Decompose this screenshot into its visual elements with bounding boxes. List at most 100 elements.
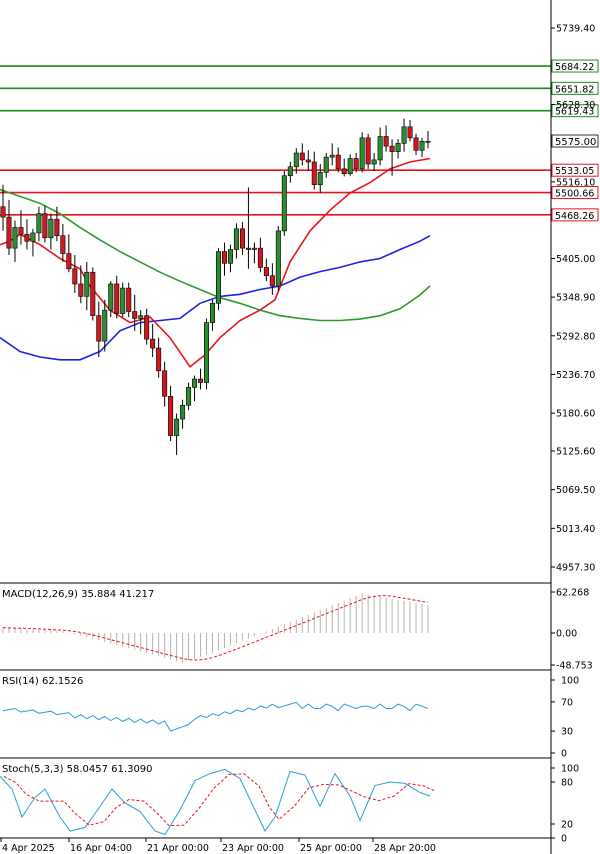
candle-body	[425, 140, 431, 143]
price-tick-label: 5180.60	[556, 409, 595, 420]
candle-body	[239, 228, 245, 249]
time-label: 25 Apr 00:00	[300, 843, 362, 854]
candle-body	[174, 418, 180, 436]
time-label: 28 Apr 20:00	[374, 843, 436, 854]
candle-body	[389, 145, 395, 152]
stoch-tick-label: 80	[561, 778, 573, 789]
candle-body	[132, 311, 138, 319]
price-tick-label: 5405.00	[556, 254, 595, 265]
candle-body	[96, 315, 102, 342]
level-label: 5533.05	[555, 166, 594, 177]
candle-body	[311, 161, 317, 186]
candle-body	[6, 216, 12, 249]
rsi-tick-label: 100	[561, 676, 579, 687]
price-tick-label: 5069.50	[556, 485, 595, 496]
macd-tick-label: 0.00	[556, 629, 577, 640]
candle-body	[263, 267, 269, 276]
candle-body	[299, 152, 305, 161]
candle-body	[359, 137, 365, 170]
time-label: 23 Apr 00:00	[222, 843, 284, 854]
candle-body	[198, 378, 204, 383]
stoch-title: Stoch(5,3,3) 58.0457 61.3090	[2, 764, 153, 775]
level-label: 5500.66	[555, 189, 594, 200]
level-label: 5651.82	[555, 84, 594, 95]
candle-body	[114, 283, 120, 314]
candle-body	[371, 159, 377, 165]
candle-body	[287, 166, 293, 177]
candle-body	[275, 230, 281, 287]
candle-body	[192, 378, 198, 388]
candle-body	[293, 152, 299, 168]
candle-body	[233, 228, 239, 250]
candle-body	[251, 247, 257, 250]
candle-body	[108, 283, 114, 311]
stoch-tick-label: 20	[561, 820, 573, 831]
stoch-tick-label: 100	[561, 764, 579, 775]
time-label: 4 Apr 2025	[2, 843, 55, 854]
candle-body	[341, 168, 347, 174]
price-tick-label: 5348.90	[556, 293, 595, 304]
candle-body	[257, 247, 263, 268]
candle-body	[227, 249, 233, 264]
macd-title: MACD(12,26,9) 35.884 41.217	[2, 589, 154, 600]
rsi-tick-label: 0	[561, 749, 567, 760]
candle-body	[365, 137, 371, 165]
candle-body	[317, 172, 323, 186]
price-axis: 5739.40 5628.30 5516.10 5405.00 5348.90 5292.…	[551, 24, 595, 574]
price-tick-label: 4957.30	[556, 563, 595, 574]
level-label: 5468.26	[555, 211, 594, 222]
price-pane: 5684.225651.825619.435533.055500.665468.…	[0, 0, 599, 583]
candle-body	[413, 137, 419, 151]
candle-body	[353, 158, 359, 170]
candle-body	[377, 136, 383, 161]
price-tick-label: 5628.30	[556, 100, 595, 111]
candle-body	[269, 275, 275, 287]
current-price-badge: 5575.00	[551, 134, 599, 148]
candle-body	[150, 338, 156, 349]
candle-body	[66, 253, 72, 270]
price-tick-label: 5013.40	[556, 524, 595, 535]
candle-body	[72, 268, 78, 285]
candle-body	[180, 404, 186, 420]
candle-body	[281, 175, 287, 232]
candle-body	[395, 143, 401, 152]
candle-body	[401, 126, 407, 144]
rsi-tick-label: 30	[561, 727, 573, 738]
price-tick-label: 5739.40	[556, 24, 595, 35]
macd-tick-label: 62.268	[556, 588, 589, 599]
rsi-title: RSI(14) 62.1526	[2, 676, 83, 687]
candle-body	[156, 347, 162, 372]
candle-body	[54, 218, 60, 237]
macd-tick-label: -48.753	[556, 661, 593, 672]
time-label: 21 Apr 00:00	[147, 843, 209, 854]
time-label: 16 Apr 04:00	[70, 843, 132, 854]
candle-body	[305, 159, 311, 163]
level-label: 5684.22	[555, 62, 594, 73]
candle-body	[245, 247, 251, 250]
candle-body	[90, 271, 96, 316]
candle-body	[60, 235, 66, 254]
candle-body	[347, 158, 353, 174]
candle-body	[42, 213, 48, 239]
candle-body	[144, 315, 150, 340]
candle-body	[138, 315, 144, 319]
candle-body	[329, 154, 335, 158]
candle-body	[120, 287, 126, 314]
candle-body	[215, 251, 221, 304]
candle-body	[18, 227, 24, 235]
candle-body	[323, 156, 329, 173]
price-chart[interactable]: 5684.225651.825619.435533.055500.665468.…	[0, 0, 600, 854]
candle-body	[162, 370, 168, 397]
candle-body	[12, 227, 18, 249]
candle-body	[0, 206, 6, 218]
candle-body	[335, 154, 341, 170]
candle-body	[419, 140, 425, 151]
rsi-tick-label: 70	[561, 697, 573, 708]
candle-body	[221, 251, 227, 264]
candle-body	[407, 126, 413, 139]
price-tick-label: 5516.10	[556, 177, 595, 188]
candle-body	[102, 309, 108, 342]
candle-body	[30, 232, 36, 242]
candle-body	[48, 218, 54, 239]
candle-body	[204, 322, 210, 383]
